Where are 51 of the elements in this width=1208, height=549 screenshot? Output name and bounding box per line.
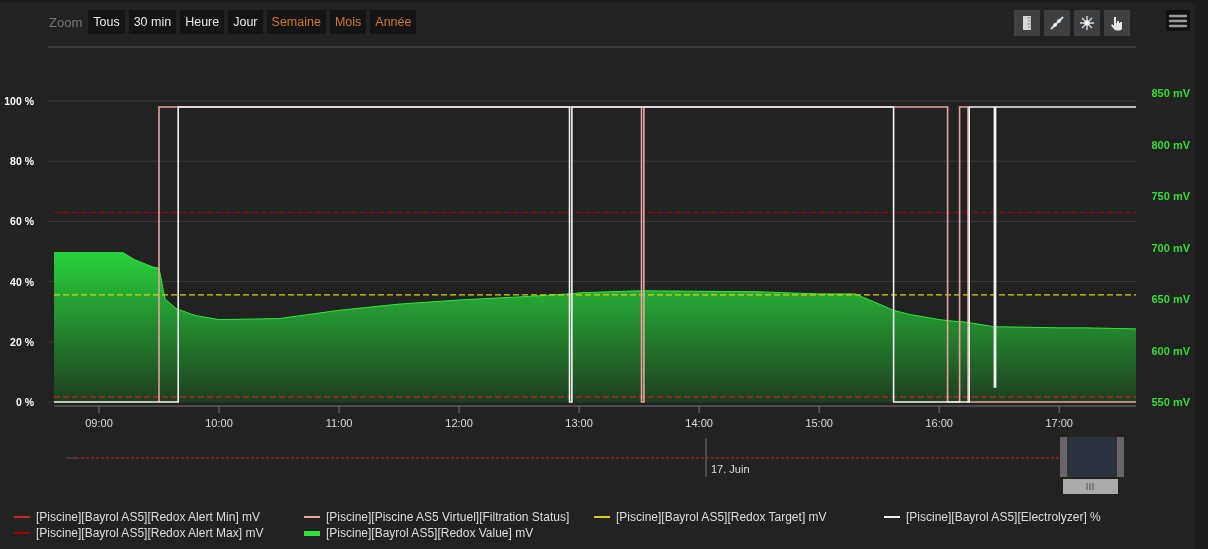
axis-label: 0 % (15, 396, 34, 408)
menu-icon (1168, 13, 1188, 28)
zoom-label: Zoom (49, 14, 83, 30)
legend-label: [Piscine][Bayrol AS5][Redox Alert Max] mV (36, 526, 264, 540)
menu-button[interactable] (1166, 10, 1190, 31)
legend-label: [Piscine][Bayrol AS5][Redox Target] mV (616, 510, 827, 524)
legend-label: [Piscine][Bayrol AS5][Electrolyzer] % (906, 510, 1101, 524)
axis-label: 40 % (10, 275, 34, 288)
axis-label: 800 mV (1151, 138, 1190, 151)
axis-label: 600 mV (1151, 344, 1190, 357)
legend-item[interactable]: [Piscine][Bayrol AS5][Redox Value] mV (304, 526, 594, 540)
ruler-icon (1021, 15, 1033, 31)
axis-label: 09:00 (85, 417, 113, 429)
tool-button[interactable] (1074, 10, 1100, 36)
legend-item[interactable]: [Piscine][Bayrol AS5][Redox Alert Max] mV (14, 526, 304, 540)
scrollbar-handle[interactable] (1063, 479, 1118, 494)
zoom-button[interactable]: Jour (228, 10, 263, 34)
line-icon (1049, 15, 1065, 31)
axis-label: 750 mV (1151, 190, 1190, 202)
axis-label: 10:00 (205, 417, 233, 429)
axis-label: 80 % (10, 155, 34, 168)
axis-label: 11:00 (325, 417, 353, 429)
axis-label: 20 % (10, 335, 34, 348)
axis-label: 700 mV (1151, 241, 1190, 254)
axis-label: 650 mV (1151, 293, 1190, 305)
axis-label: 15:00 (805, 417, 833, 429)
legend-label: [Piscine][Bayrol AS5][Redox Alert Min] mV (36, 510, 261, 524)
zoom-button[interactable]: 30 min (128, 10, 177, 34)
legend-item[interactable]: [Piscine][Bayrol AS5][Electrolyzer] % (884, 510, 1174, 524)
zoom-button[interactable]: Tous (88, 10, 125, 34)
axis-label: 60 % (10, 215, 34, 228)
axis-label: 14:00 (685, 417, 713, 429)
axis-label: 550 mV (1151, 396, 1190, 408)
tool-button[interactable] (1014, 10, 1040, 36)
tool-button[interactable] (1104, 10, 1130, 36)
date-label: 17. Juin (711, 463, 750, 475)
legend-item[interactable]: [Piscine][Bayrol AS5][Redox Alert Min] mV (14, 510, 304, 524)
legend-item[interactable]: [Piscine][Piscine AS5 Virtuel][Filtration Status] (304, 510, 594, 524)
zoom-button[interactable]: Heure (180, 10, 225, 34)
tool-button[interactable] (1044, 10, 1070, 36)
axis-label: 12:00 (445, 417, 473, 429)
legend-item[interactable]: [Piscine][Bayrol AS5][Redox Target] mV (594, 510, 884, 524)
axis-label: 850 mV (1151, 87, 1190, 99)
asterisk-icon (1079, 15, 1095, 31)
hand-icon (1109, 15, 1125, 31)
axis-label: 13:00 (565, 417, 593, 429)
axis-label: 100 % (4, 95, 34, 107)
axis-label: 16:00 (925, 417, 953, 429)
legend-label: [Piscine][Bayrol AS5][Redox Value] mV (326, 526, 534, 540)
legend-label: [Piscine][Piscine AS5 Virtuel][Filtration Status] (326, 510, 570, 524)
axis-label: 17:00 (1045, 417, 1073, 429)
